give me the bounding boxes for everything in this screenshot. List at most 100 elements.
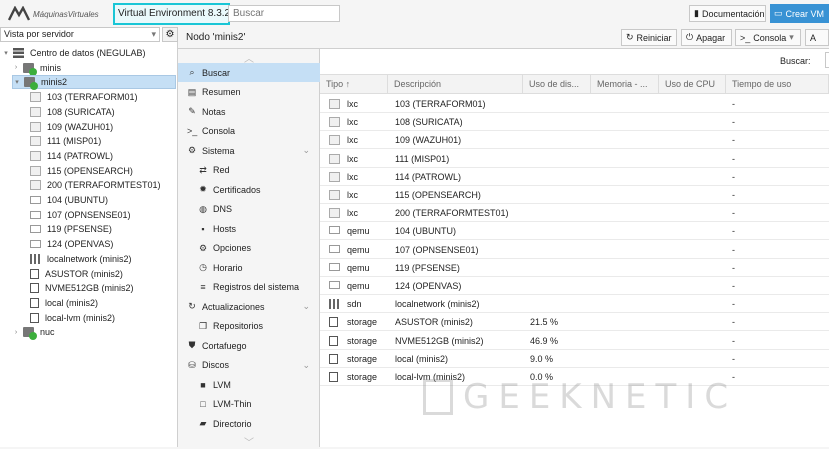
more-button[interactable]: A [805,29,829,46]
tree-item[interactable]: › nuc [12,325,55,341]
menu-item[interactable]: ✎ Notas [178,102,320,121]
menu-item[interactable]: ≡ Registros del sistema [178,278,320,297]
menu-item[interactable]: □ LVM-Thin [178,395,320,414]
uptime-cell: - [732,244,735,255]
uptime-cell: - [732,299,735,310]
tree-item[interactable]: 124 (OPENVAS) [30,237,113,251]
tree-item[interactable]: 108 (SURICATA) [30,105,115,119]
table-row[interactable]: qemu 124 (OPENVAS) - [320,277,829,295]
table-row[interactable]: sdn localnetwork (minis2) - [320,295,829,314]
table-row[interactable]: lxc 103 (TERRAFORM01) - [320,95,829,113]
vm-icon [329,281,340,289]
table-row[interactable]: lxc 108 (SURICATA) - [320,113,829,132]
logo[interactable]: MáquinasVirtuales [8,5,99,23]
tree-item[interactable]: 115 (OPENSEARCH) [30,164,133,178]
table-row[interactable]: lxc 115 (OPENSEARCH) - [320,186,829,204]
menu-item[interactable]: ▰ Directorio [178,414,320,433]
tree-item[interactable]: 114 (PATROWL) [30,149,113,163]
table-row[interactable]: qemu 104 (UBUNTU) - [320,222,829,241]
menu-item[interactable]: ■ LVM [178,375,320,394]
summary-icon: ▤ [187,86,197,97]
menu-item[interactable]: ◷ Horario [178,258,320,277]
expand-down-icon[interactable]: ▾ [2,49,10,57]
type-cell: qemu [347,262,370,273]
tree-item[interactable]: NVME512GB (minis2) [30,281,134,295]
restart-button[interactable]: ↻ Reiniciar [621,29,677,46]
tree-item[interactable]: 109 (WAZUH01) [30,120,113,134]
menu-item[interactable]: ⛊ Cortafuego [178,336,320,355]
menu-item-label: DNS [213,204,233,214]
menu-item[interactable]: ⚙ Sistema ⌄ [178,141,320,160]
tree-item[interactable]: ▾ minis2 [12,75,176,91]
menu-item[interactable]: ⛁ Discos ⌄ [178,356,320,375]
tree-item[interactable]: local (minis2) [30,296,98,310]
tree-item-label: 109 (WAZUH01) [47,121,114,132]
tree-item-label: Centro de datos (NEGULAB) [30,48,146,58]
menu-item[interactable]: ↻ Actualizaciones ⌄ [178,297,320,316]
column-header[interactable]: Uso de CPU [659,75,726,94]
menu-item-label: Registros del sistema [213,282,300,292]
expand-down-icon[interactable]: ▾ [13,78,21,86]
chevron-down-icon[interactable]: ⌄ [302,301,310,312]
tree-item[interactable]: ASUSTOR (minis2) [30,267,123,281]
description-cell: 109 (WAZUH01) [395,135,462,146]
tree-item[interactable]: 111 (MISP01) [30,134,101,148]
search-label: Buscar: [780,56,811,66]
column-header[interactable]: Tipo ↑ [320,75,388,94]
documentation-button[interactable]: ▮ Documentación [689,5,766,22]
table-row[interactable]: storage ASUSTOR (minis2) 21.5 % - [320,313,829,332]
tree-item[interactable]: 200 (TERRAFORMTEST01) [30,178,161,192]
expand-right-icon[interactable]: › [12,64,20,71]
table-row[interactable]: storage local (minis2) 9.0 % - [320,350,829,368]
description-cell: 111 (MISP01) [395,153,450,164]
description-cell: localnetwork (minis2) [395,299,480,310]
console-button[interactable]: >_ Consola ▾ [735,29,801,46]
restart-icon: ↻ [626,32,634,42]
notes-icon: ✎ [188,106,196,116]
menu-item[interactable]: ◍ DNS [178,200,320,219]
table-row[interactable]: lxc 114 (PATROWL) - [320,168,829,186]
vm-icon [329,244,340,253]
view-selector[interactable]: Vista por servidor ▾ [0,27,160,42]
tree-item[interactable]: local-lvm (minis2) [30,311,115,325]
tree-item[interactable]: › minis [12,61,61,76]
column-header[interactable]: Descripción [388,75,523,94]
menu-item[interactable]: ❐ Repositorios [178,317,320,336]
storage-icon [329,372,338,382]
description-cell: 107 (OPNSENSE01) [395,244,479,255]
menu-item-label: Discos [202,360,230,370]
menu-item[interactable]: ⚙ Opciones [178,239,320,258]
table-row[interactable]: qemu 107 (OPNSENSE01) - [320,241,829,259]
table-row[interactable]: qemu 119 (PFSENSE) - [320,259,829,277]
table-row[interactable]: lxc 109 (WAZUH01) - [320,131,829,150]
tree-item[interactable]: 104 (UBUNTU) [30,193,108,207]
table-row[interactable]: lxc 200 (TERRAFORMTEST01) - [320,204,829,223]
tree-item[interactable]: localnetwork (minis2) [30,252,132,266]
menu-item[interactable]: ⇄ Red [178,161,320,180]
menu-item-label: Consola [202,126,236,136]
shutdown-button[interactable]: ⏻ Apagar [681,29,732,46]
container-icon [30,150,41,161]
menu-item[interactable]: ▪ Hosts [178,219,320,238]
watermark: GEEKNETIC [423,377,737,417]
column-header[interactable]: Tiempo de uso [726,75,829,94]
column-header[interactable]: Uso de dis... [523,75,591,94]
chevron-down-icon[interactable]: ⌄ [302,360,310,371]
search-input[interactable] [228,5,340,22]
column-header[interactable]: Memoria - ... [591,75,659,94]
table-row[interactable]: lxc 111 (MISP01) - [320,150,829,168]
expand-right-icon[interactable]: › [12,329,20,336]
table-row[interactable]: storage NVME512GB (minis2) 46.9 % - [320,332,829,350]
chevron-down-icon[interactable]: ⌄ [302,145,310,156]
create-vm-button[interactable]: ▭ Crear VM [770,4,829,23]
menu-item[interactable]: ▤ Resumen [178,83,320,102]
grid-search-input[interactable] [825,52,829,68]
menu-item[interactable]: ✹ Certificados [178,180,320,199]
tree-item[interactable]: ▾ Centro de datos (NEGULAB) [2,46,146,60]
gear-icon[interactable]: ⚙ [162,27,178,42]
tree-item[interactable]: 103 (TERRAFORM01) [30,90,138,104]
menu-item[interactable]: >_ Consola [178,122,320,141]
tree-item[interactable]: 107 (OPNSENSE01) [30,208,131,222]
menu-item[interactable]: ⌕ Buscar [178,63,320,82]
tree-item[interactable]: 119 (PFSENSE) [30,222,112,236]
